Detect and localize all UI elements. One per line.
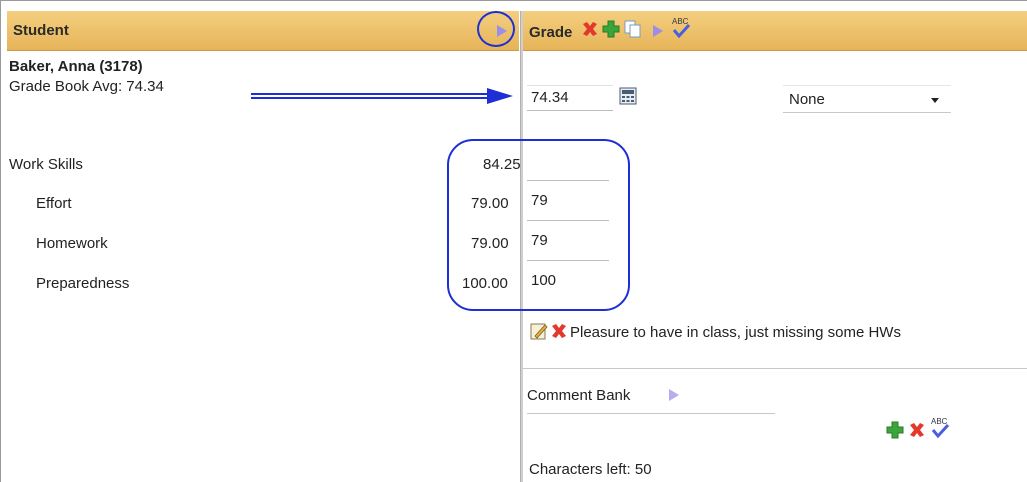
add-icon[interactable]	[601, 19, 621, 39]
row-label-effort: Effort	[36, 195, 72, 212]
annotation-rectangle	[447, 139, 630, 311]
calculator-icon[interactable]	[619, 87, 637, 105]
spellcheck-icon[interactable]: ABC	[669, 15, 693, 41]
comment-spellcheck-icon[interactable]: ABC	[928, 415, 952, 441]
expand-arrow-icon[interactable]	[653, 25, 663, 37]
row-label-preparedness: Preparedness	[36, 275, 130, 292]
comment-bank-expand-icon[interactable]	[669, 389, 679, 401]
characters-left: Characters left: 50	[529, 461, 652, 478]
row-label-work-skills: Work Skills	[9, 156, 83, 173]
comment-bank-underline	[527, 413, 775, 414]
grade-dropdown[interactable]: None	[783, 85, 951, 113]
svg-text:ABC: ABC	[672, 17, 689, 26]
add-comment-icon[interactable]	[885, 420, 905, 440]
dropdown-selected-value: None	[789, 91, 825, 108]
copy-icon[interactable]	[623, 19, 643, 39]
arrow-annotation	[251, 88, 513, 104]
student-header-title: Student	[13, 22, 69, 39]
chevron-down-icon	[931, 98, 939, 103]
gradebook-panel: Student Grade ABC Baker, Anna (3178) Gra…	[0, 0, 1027, 482]
comment-bank-label: Comment Bank	[527, 387, 631, 404]
delete-comment-icon[interactable]	[549, 321, 569, 341]
svg-text:ABC: ABC	[931, 417, 948, 426]
edit-icon[interactable]	[529, 321, 549, 341]
remove-comment-icon[interactable]	[907, 420, 927, 440]
grade-column-header: Grade ABC	[523, 11, 1027, 51]
grade-header-title: Grade	[529, 24, 573, 41]
delete-icon[interactable]	[580, 19, 600, 39]
grade-book-average: Grade Book Avg: 74.34	[9, 78, 164, 95]
row-label-homework: Homework	[36, 235, 108, 252]
comment-row: Pleasure to have in class, just missing …	[523, 309, 1027, 369]
comment-text: Pleasure to have in class, just missing …	[570, 324, 901, 341]
student-name: Baker, Anna (3178)	[9, 58, 143, 75]
annotation-circle	[477, 11, 515, 47]
student-column-header: Student	[7, 11, 519, 51]
grade-input[interactable]: 74.34	[527, 85, 613, 111]
